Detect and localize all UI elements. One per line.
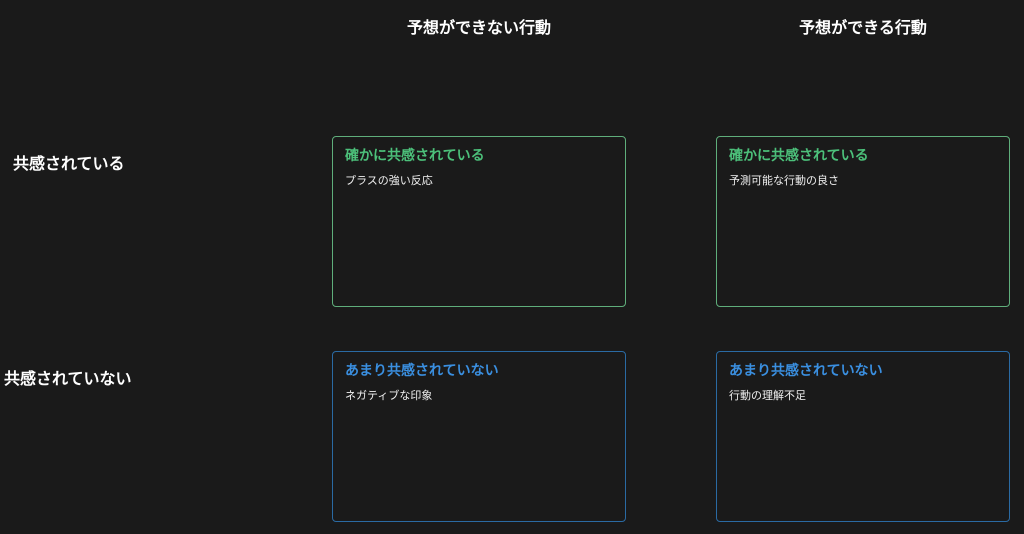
row-label-not-empathized: 共感されていない	[4, 369, 132, 388]
card-body: 予測可能な行動の良さ	[729, 174, 839, 187]
card-empathized-predictable: 確かに共感されている 予測可能な行動の良さ	[716, 136, 1010, 307]
quadrant-diagram: 予想ができない行動 予想ができる行動 共感されている 共感されていない 確かに共…	[0, 0, 1024, 534]
card-title: 確かに共感されている	[729, 148, 869, 164]
card-not-empathized-predictable: あまり共感されていない 行動の理解不足	[716, 351, 1010, 522]
card-title: 確かに共感されている	[345, 148, 485, 164]
card-title: あまり共感されていない	[729, 363, 883, 379]
card-body: プラスの強い反応	[345, 174, 433, 187]
card-body: 行動の理解不足	[729, 389, 806, 402]
row-label-empathized: 共感されている	[13, 154, 125, 173]
card-not-empathized-unpredictable: あまり共感されていない ネガティブな印象	[332, 351, 626, 522]
card-body: ネガティブな印象	[345, 389, 433, 402]
card-empathized-unpredictable: 確かに共感されている プラスの強い反応	[332, 136, 626, 307]
column-header-unpredictable: 予想ができない行動	[406, 18, 551, 37]
column-header-predictable: 予想ができる行動	[799, 18, 927, 37]
card-title: あまり共感されていない	[345, 363, 499, 379]
